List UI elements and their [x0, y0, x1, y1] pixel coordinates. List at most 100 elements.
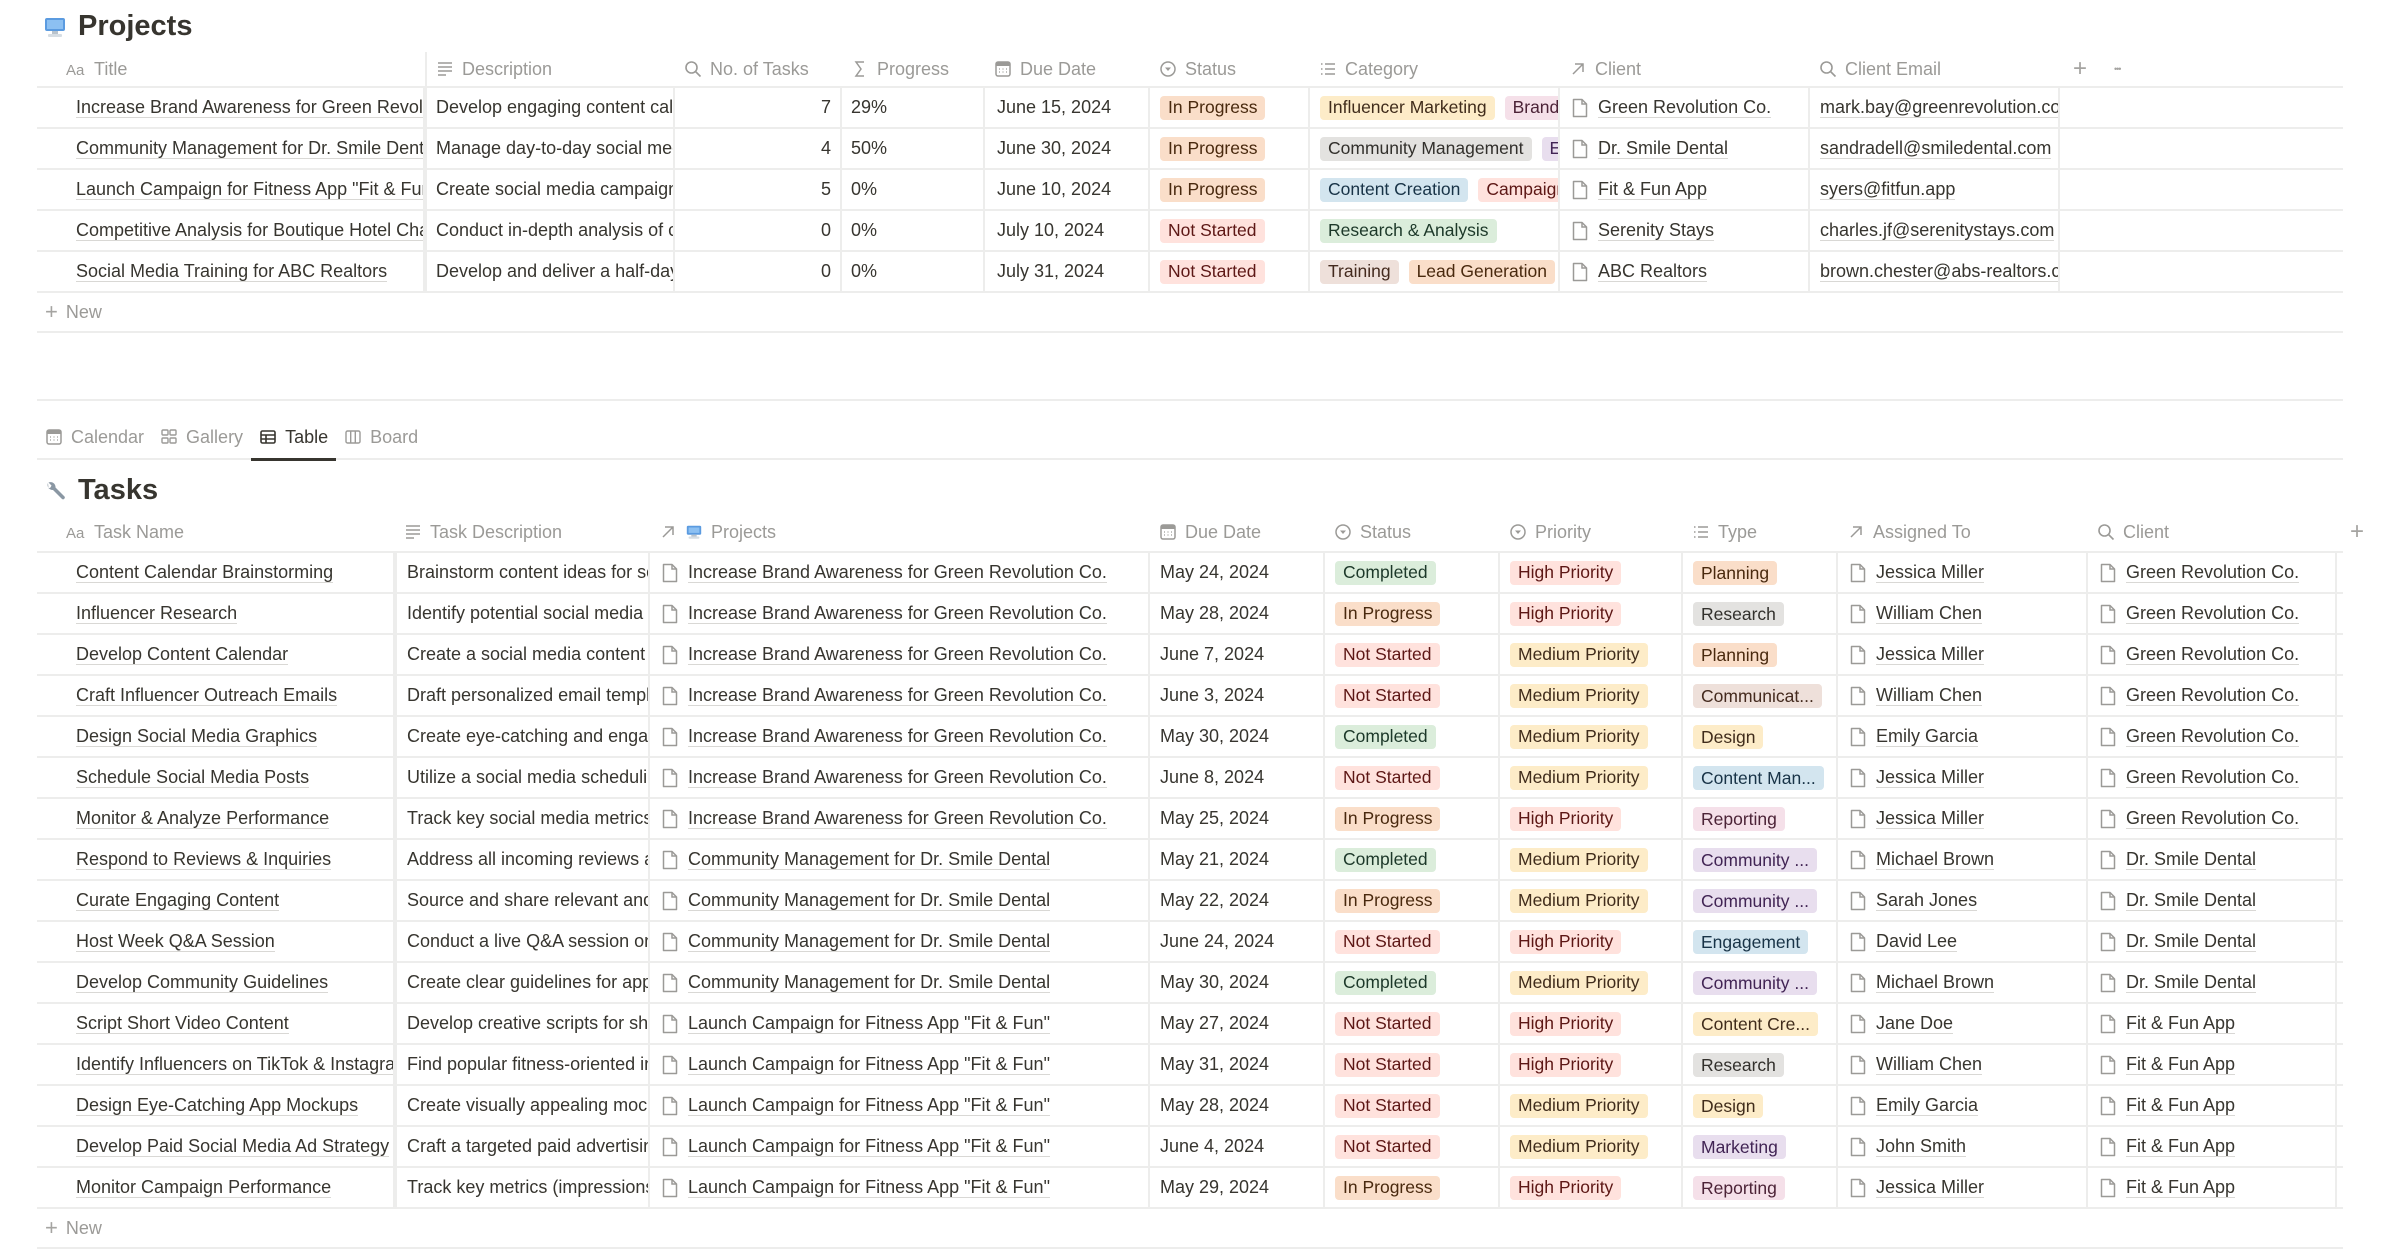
- project-title-link[interactable]: Competitive Analysis for Boutique Hotel …: [76, 220, 423, 241]
- task-name-link[interactable]: Respond to Reviews & Inquiries: [76, 849, 332, 870]
- project-link[interactable]: Launch Campaign for Fitness App "Fit & F…: [688, 1013, 1050, 1034]
- task-name-cell[interactable]: Craft Influencer Outreach Emails: [37, 676, 395, 715]
- task-name-cell[interactable]: Design Social Media Graphics: [37, 717, 395, 756]
- project-category-cell[interactable]: Research & Analysis: [1310, 211, 1560, 250]
- task-status-cell[interactable]: In Progress: [1325, 1168, 1500, 1207]
- assignee-link[interactable]: Emily Garcia: [1876, 726, 1979, 747]
- task-status-cell[interactable]: Not Started: [1325, 1086, 1500, 1125]
- task-priority-cell[interactable]: Medium Priority: [1500, 676, 1683, 715]
- task-row[interactable]: Schedule Social Media Posts Utilize a soc…: [37, 758, 2343, 799]
- task-status-cell[interactable]: Completed: [1325, 963, 1500, 1002]
- project-title-link[interactable]: Social Media Training for ABC Realtors: [76, 261, 388, 282]
- task-priority-cell[interactable]: Medium Priority: [1500, 840, 1683, 879]
- task-type-cell[interactable]: Research: [1683, 594, 1838, 633]
- tab-gallery[interactable]: Gallery: [152, 415, 251, 459]
- project-link[interactable]: Increase Brand Awareness for Green Revol…: [688, 562, 1107, 583]
- client-email-link[interactable]: sandradell@smiledental.com: [1820, 138, 2052, 159]
- project-row[interactable]: Increase Brand Awareness for Green Revol…: [37, 88, 2343, 129]
- task-description-cell[interactable]: Identify potential social media in: [395, 594, 650, 633]
- task-name-cell[interactable]: Schedule Social Media Posts: [37, 758, 395, 797]
- project-title-link[interactable]: Launch Campaign for Fitness App "Fit & F…: [76, 179, 423, 200]
- task-row[interactable]: Craft Influencer Outreach Emails Draft pe…: [37, 676, 2343, 717]
- task-due-date-cell[interactable]: May 25, 2024: [1150, 799, 1325, 838]
- project-client-cell[interactable]: Dr. Smile Dental: [1560, 129, 1810, 168]
- project-row[interactable]: Launch Campaign for Fitness App "Fit & F…: [37, 170, 2343, 211]
- client-link[interactable]: Fit & Fun App: [2126, 1095, 2236, 1116]
- task-description-cell[interactable]: Find popular fitness-oriented int: [395, 1045, 650, 1084]
- task-assigned-cell[interactable]: Michael Brown: [1838, 840, 2088, 879]
- task-client-cell[interactable]: Dr. Smile Dental: [2088, 963, 2337, 1002]
- task-name-cell[interactable]: Monitor Campaign Performance: [37, 1168, 395, 1207]
- task-due-date-cell[interactable]: May 30, 2024: [1150, 717, 1325, 756]
- project-category-cell[interactable]: Community Management E: [1310, 129, 1560, 168]
- project-client-cell[interactable]: Serenity Stays: [1560, 211, 1810, 250]
- project-link[interactable]: Community Management for Dr. Smile Denta…: [688, 972, 1051, 993]
- project-due-date-cell[interactable]: July 10, 2024: [985, 211, 1150, 250]
- column-header-client-email[interactable]: Client Email: [1810, 52, 2060, 86]
- task-priority-cell[interactable]: Medium Priority: [1500, 1127, 1683, 1166]
- project-link[interactable]: Launch Campaign for Fitness App "Fit & F…: [688, 1136, 1050, 1157]
- task-due-date-cell[interactable]: May 28, 2024: [1150, 1086, 1325, 1125]
- task-name-cell[interactable]: Develop Content Calendar: [37, 635, 395, 674]
- task-due-date-cell[interactable]: June 3, 2024: [1150, 676, 1325, 715]
- project-category-cell[interactable]: Training Lead Generation: [1310, 252, 1560, 291]
- task-assigned-cell[interactable]: Jessica Miller: [1838, 635, 2088, 674]
- task-name-link[interactable]: Design Eye-Catching App Mockups: [76, 1095, 359, 1116]
- task-client-cell[interactable]: Dr. Smile Dental: [2088, 881, 2337, 920]
- task-due-date-cell[interactable]: May 22, 2024: [1150, 881, 1325, 920]
- task-name-cell[interactable]: Influencer Research: [37, 594, 395, 633]
- project-description-cell[interactable]: Manage day-to-day social media: [425, 129, 675, 168]
- task-client-cell[interactable]: Dr. Smile Dental: [2088, 922, 2337, 961]
- task-name-cell[interactable]: Develop Paid Social Media Ad Strategy: [37, 1127, 395, 1166]
- task-assigned-cell[interactable]: Jessica Miller: [1838, 758, 2088, 797]
- assignee-link[interactable]: William Chen: [1876, 603, 1983, 624]
- project-progress-cell[interactable]: 0%: [842, 252, 985, 291]
- task-client-cell[interactable]: Dr. Smile Dental: [2088, 840, 2337, 879]
- assignee-link[interactable]: Michael Brown: [1876, 972, 1995, 993]
- task-name-link[interactable]: Curate Engaging Content: [76, 890, 280, 911]
- assignee-link[interactable]: Jessica Miller: [1876, 767, 1985, 788]
- column-header-category[interactable]: Category: [1310, 52, 1560, 86]
- task-client-cell[interactable]: Green Revolution Co.: [2088, 799, 2337, 838]
- task-client-cell[interactable]: Green Revolution Co.: [2088, 758, 2337, 797]
- task-status-cell[interactable]: In Progress: [1325, 594, 1500, 633]
- client-link[interactable]: Green Revolution Co.: [2126, 685, 2300, 706]
- task-description-cell[interactable]: Brainstorm content ideas for so: [395, 553, 650, 592]
- task-client-cell[interactable]: Fit & Fun App: [2088, 1004, 2337, 1043]
- project-title-link[interactable]: Increase Brand Awareness for Green Revol…: [76, 97, 423, 118]
- task-type-cell[interactable]: Planning: [1683, 635, 1838, 674]
- task-project-cell[interactable]: Increase Brand Awareness for Green Revol…: [650, 676, 1150, 715]
- assignee-link[interactable]: Michael Brown: [1876, 849, 1995, 870]
- assignee-link[interactable]: Jane Doe: [1876, 1013, 1954, 1034]
- task-priority-cell[interactable]: Medium Priority: [1500, 635, 1683, 674]
- task-assigned-cell[interactable]: Emily Garcia: [1838, 717, 2088, 756]
- column-header-task-name[interactable]: Aa Task Name: [57, 513, 395, 551]
- task-due-date-cell[interactable]: June 24, 2024: [1150, 922, 1325, 961]
- project-client-email-cell[interactable]: brown.chester@abs-realtors.co: [1810, 252, 2060, 291]
- task-type-cell[interactable]: Content Man...: [1683, 758, 1838, 797]
- assignee-link[interactable]: Jessica Miller: [1876, 562, 1985, 583]
- tasks-database-title[interactable]: Tasks: [44, 474, 158, 507]
- project-title-link[interactable]: Community Management for Dr. Smile Denta…: [76, 138, 423, 159]
- task-status-cell[interactable]: Not Started: [1325, 922, 1500, 961]
- task-description-cell[interactable]: Source and share relevant and: [395, 881, 650, 920]
- task-row[interactable]: Design Eye-Catching App Mockups Create vi…: [37, 1086, 2343, 1127]
- project-status-cell[interactable]: In Progress: [1150, 88, 1310, 127]
- task-project-cell[interactable]: Community Management for Dr. Smile Denta…: [650, 963, 1150, 1002]
- task-name-link[interactable]: Develop Paid Social Media Ad Strategy: [76, 1136, 390, 1157]
- task-description-cell[interactable]: Utilize a social media schedulin: [395, 758, 650, 797]
- task-description-cell[interactable]: Track key metrics (impressions,: [395, 1168, 650, 1207]
- project-row[interactable]: Social Media Training for ABC Realtors De…: [37, 252, 2343, 293]
- task-status-cell[interactable]: Not Started: [1325, 1127, 1500, 1166]
- project-client-email-cell[interactable]: syers@fitfun.app: [1810, 170, 2060, 209]
- projects-database-title[interactable]: Projects: [44, 10, 192, 43]
- task-status-cell[interactable]: Completed: [1325, 553, 1500, 592]
- project-task-count-cell[interactable]: 0: [675, 211, 842, 250]
- task-name-cell[interactable]: Identify Influencers on TikTok & Instagr…: [37, 1045, 395, 1084]
- assignee-link[interactable]: John Smith: [1876, 1136, 1967, 1157]
- task-description-cell[interactable]: Address all incoming reviews an: [395, 840, 650, 879]
- project-link[interactable]: Community Management for Dr. Smile Denta…: [688, 890, 1051, 911]
- task-row[interactable]: Design Social Media Graphics Create eye-c…: [37, 717, 2343, 758]
- task-row[interactable]: Influencer Research Identify potential so…: [37, 594, 2343, 635]
- project-link[interactable]: Increase Brand Awareness for Green Revol…: [688, 644, 1107, 665]
